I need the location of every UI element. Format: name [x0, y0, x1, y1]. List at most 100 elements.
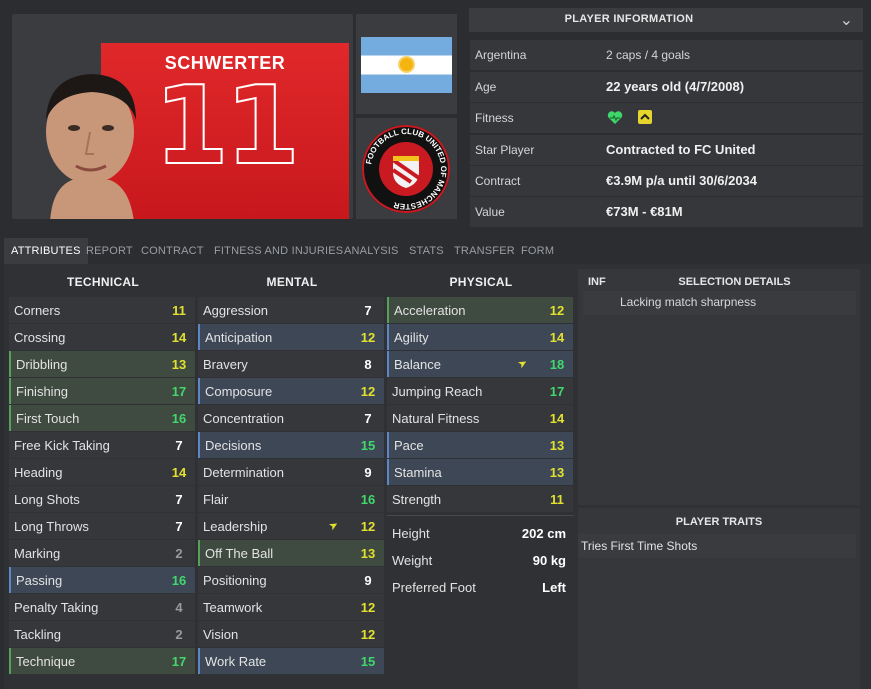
attribute-row-work-rate[interactable]: Work Rate 15 — [198, 648, 384, 674]
attribute-row-flair[interactable]: Flair 16 — [198, 486, 384, 512]
attribute-row-free-kick-taking[interactable]: Free Kick Taking 7 — [9, 432, 195, 458]
argentina-flag-icon — [361, 37, 452, 93]
weight-label: Weight — [392, 553, 433, 568]
attribute-value: 2 — [175, 627, 183, 642]
attribute-name: Flair — [203, 492, 229, 507]
selection-details-header: SELECTION DETAILS — [678, 276, 791, 288]
tab-report[interactable]: REPORT — [86, 238, 133, 264]
tab-attributes[interactable]: ATTRIBUTES — [4, 238, 88, 264]
attribute-row-off-the-ball[interactable]: Off The Ball 13 — [198, 540, 384, 566]
attribute-row-anticipation[interactable]: Anticipation 12 — [198, 324, 384, 350]
attribute-name: Stamina — [394, 465, 442, 480]
attribute-row-aggression[interactable]: Aggression 7 — [198, 297, 384, 323]
attribute-value: 16 — [171, 573, 187, 588]
tab-analysis[interactable]: ANALYSIS — [344, 238, 399, 264]
sun-of-may-icon — [400, 58, 413, 71]
attribute-row-finishing[interactable]: Finishing 17 — [9, 378, 195, 404]
attribute-value: 12 — [360, 600, 376, 615]
chevron-down-icon[interactable]: ⌄ — [840, 10, 853, 30]
attribute-name: Dribbling — [16, 357, 68, 372]
info-label: Value — [475, 205, 505, 219]
attribute-row-leadership[interactable]: Leadership ➤ 12 — [198, 513, 384, 539]
attribute-row-decisions[interactable]: Decisions 15 — [198, 432, 384, 458]
preferred-foot-label: Preferred Foot — [392, 580, 476, 595]
attribute-name: Agility — [394, 330, 429, 345]
attribute-row-dribbling[interactable]: Dribbling 13 — [9, 351, 195, 377]
attribute-name: Corners — [14, 303, 61, 318]
info-label: Age — [475, 80, 497, 94]
attribute-value: 18 — [549, 357, 565, 372]
tab-form[interactable]: FORM — [521, 238, 554, 264]
attribute-row-natural-fitness[interactable]: Natural Fitness 14 — [387, 405, 573, 431]
nationality-flag-panel[interactable] — [356, 14, 457, 114]
attribute-value: 14 — [171, 465, 187, 480]
attribute-name: Determination — [203, 465, 284, 480]
attribute-row-strength[interactable]: Strength 11 — [387, 486, 573, 512]
attribute-name: Free Kick Taking — [14, 438, 110, 453]
info-row-fitness: Fitness — [470, 103, 863, 133]
arrow-up-right-icon: ➤ — [515, 356, 530, 372]
attribute-row-concentration[interactable]: Concentration 7 — [198, 405, 384, 431]
club-crest-panel[interactable]: FOOTBALL CLUB UNITED OF MANCHESTER — [356, 118, 457, 219]
attribute-name: Off The Ball — [205, 546, 274, 561]
attribute-row-passing[interactable]: Passing 16 — [9, 567, 195, 593]
attribute-name: Finishing — [16, 384, 69, 399]
attribute-name: Passing — [16, 573, 63, 588]
attribute-row-first-touch[interactable]: First Touch 16 — [9, 405, 195, 431]
attribute-value: 11 — [172, 303, 186, 318]
selection-details-panel: INF SELECTION DETAILS Lacking match shar… — [578, 269, 860, 505]
player-traits-header: PLAYER TRAITS — [675, 516, 763, 528]
attribute-row-positioning[interactable]: Positioning 9 — [198, 567, 384, 593]
attribute-row-balance[interactable]: Balance ➤ 18 — [387, 351, 573, 377]
attribute-value: 7 — [175, 492, 183, 507]
info-label: Contract — [475, 174, 521, 188]
attribute-row-bravery[interactable]: Bravery 8 — [198, 351, 384, 377]
attribute-value: 12 — [360, 330, 376, 345]
attribute-value: 11 — [550, 492, 564, 507]
height-label: Height — [392, 526, 430, 541]
attribute-row-pace[interactable]: Pace 13 — [387, 432, 573, 458]
attribute-row-heading[interactable]: Heading 14 — [9, 459, 195, 485]
attribute-row-composure[interactable]: Composure 12 — [198, 378, 384, 404]
attribute-value: 9 — [364, 573, 372, 588]
attribute-value: 12 — [360, 627, 376, 642]
attribute-row-long-throws[interactable]: Long Throws 7 — [9, 513, 195, 539]
trait-text: Tries First Time Shots — [581, 539, 698, 553]
attribute-row-penalty-taking[interactable]: Penalty Taking 4 — [9, 594, 195, 620]
attribute-value: 17 — [549, 384, 565, 399]
info-row-age: Age 22 years old (4/7/2008) — [470, 72, 863, 102]
attribute-row-corners[interactable]: Corners 11 — [9, 297, 195, 323]
info-value: €73M - €81M — [606, 204, 683, 219]
tab-transfer[interactable]: TRANSFER — [454, 238, 515, 264]
attribute-row-marking[interactable]: Marking 2 — [9, 540, 195, 566]
attribute-row-stamina[interactable]: Stamina 13 — [387, 459, 573, 485]
tab-contract[interactable]: CONTRACT — [141, 238, 204, 264]
attribute-value: 16 — [360, 492, 376, 507]
chevron-up-icon — [638, 110, 652, 124]
physical-header: PHYSICAL — [449, 275, 513, 289]
info-row-star-player: Star Player Contracted to FC United — [470, 135, 863, 165]
attribute-row-long-shots[interactable]: Long Shots 7 — [9, 486, 195, 512]
attribute-row-jumping-reach[interactable]: Jumping Reach 17 — [387, 378, 573, 404]
attribute-row-agility[interactable]: Agility 14 — [387, 324, 573, 350]
attribute-row-vision[interactable]: Vision 12 — [198, 621, 384, 647]
weight-value: 90 kg — [532, 553, 566, 568]
tab-stats[interactable]: STATS — [409, 238, 444, 264]
attribute-name: Crossing — [14, 330, 66, 345]
attribute-value: 13 — [171, 357, 187, 372]
attribute-row-tackling[interactable]: Tackling 2 — [9, 621, 195, 647]
info-row-nationality[interactable]: Argentina 2 caps / 4 goals — [470, 40, 863, 70]
tab-fitness-and-injuries[interactable]: FITNESS AND INJURIES — [214, 238, 343, 264]
attribute-row-teamwork[interactable]: Teamwork 12 — [198, 594, 384, 620]
trait-item[interactable]: Tries First Time Shots — [578, 534, 856, 558]
attribute-row-crossing[interactable]: Crossing 14 — [9, 324, 195, 350]
attribute-value: 12 — [360, 519, 376, 534]
player-information-header[interactable]: PLAYER INFORMATION ⌄ — [469, 8, 863, 32]
info-value: 2 caps / 4 goals — [606, 48, 691, 62]
attribute-row-determination[interactable]: Determination 9 — [198, 459, 384, 485]
info-label: Fitness — [475, 111, 514, 125]
preferred-foot-value: Left — [542, 580, 566, 595]
attribute-value: 13 — [549, 465, 565, 480]
attribute-row-technique[interactable]: Technique 17 — [9, 648, 195, 674]
attribute-row-acceleration[interactable]: Acceleration 12 — [387, 297, 573, 323]
